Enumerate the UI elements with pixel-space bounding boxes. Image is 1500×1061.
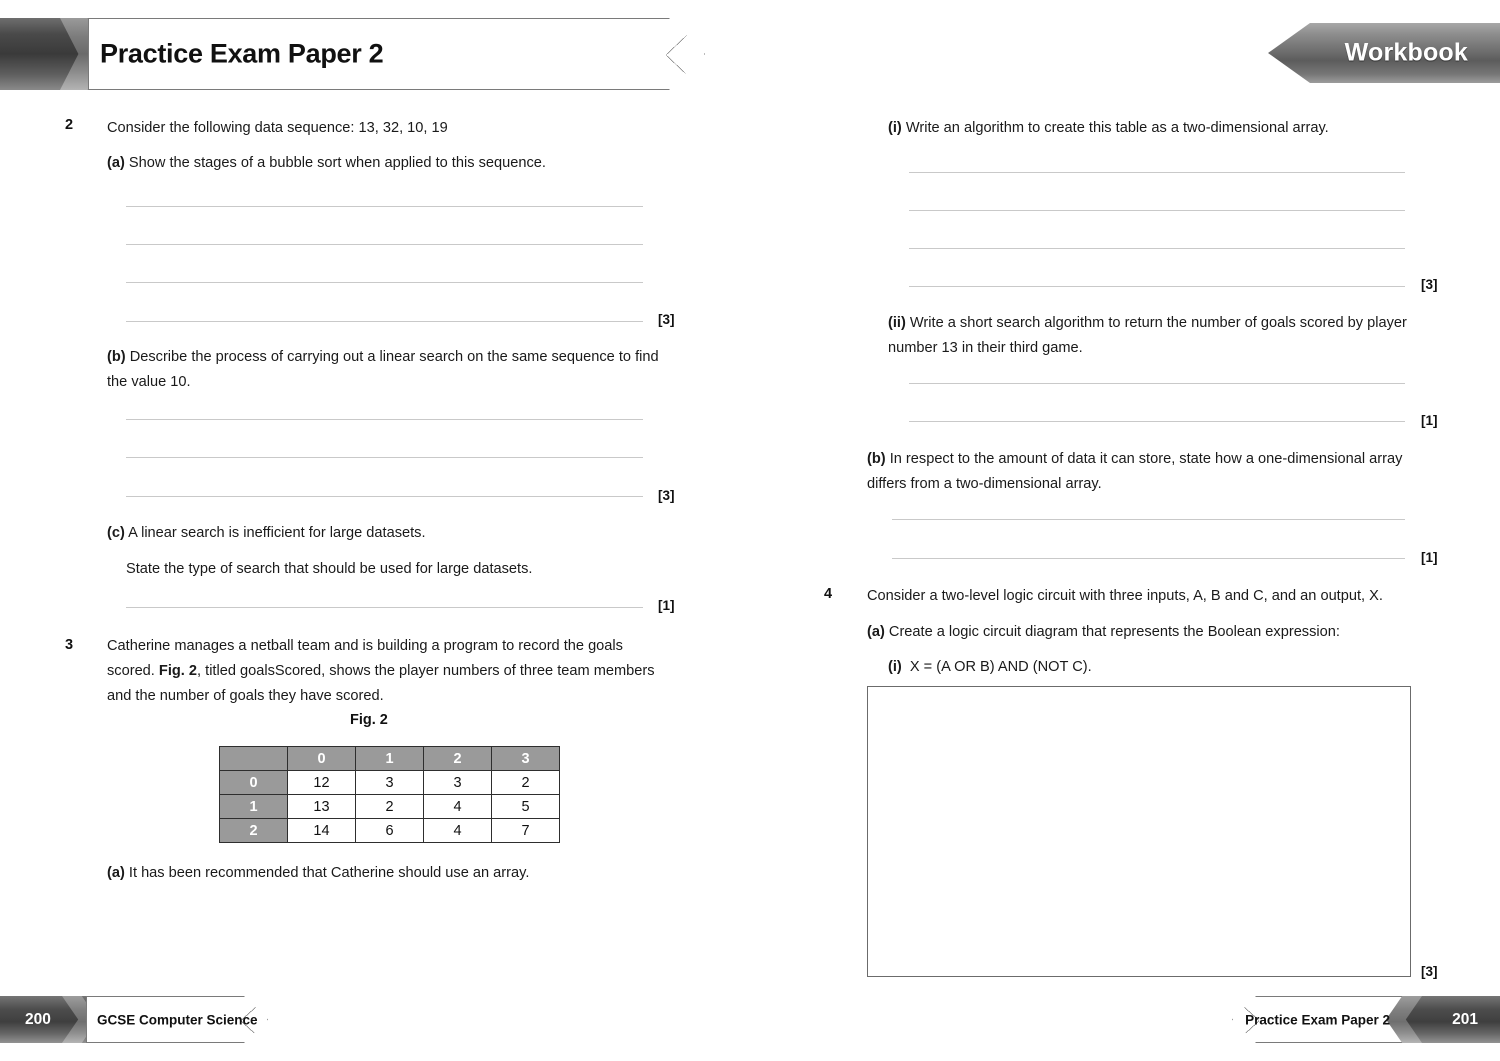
table-cell: 4: [423, 794, 492, 819]
left-page: 2 Consider the following data sequence: …: [0, 0, 750, 1061]
table-cell: 3: [423, 770, 492, 795]
table-cell: 5: [491, 794, 560, 819]
part-text-4a: Create a logic circuit diagram that repr…: [888, 624, 1340, 640]
marks-3aii: [1]: [1421, 413, 1438, 428]
column-header: 2: [423, 746, 492, 771]
table-cell: 2: [355, 794, 424, 819]
marks-2a: [3]: [658, 312, 675, 327]
part-text-2c: A linear search is inefficient for large…: [128, 525, 426, 541]
table-cell: 2: [491, 770, 560, 795]
table-cell: 12: [287, 770, 356, 795]
question-3-stem: Catherine manages a netball team and is …: [107, 634, 663, 709]
question-3a-ii: (ii) Write a short search algorithm to r…: [888, 311, 1423, 361]
part-text-3ai: Write an algorithm to create this table …: [905, 120, 1329, 136]
marks-2c: [1]: [658, 598, 675, 613]
question-3a: (a) It has been recommended that Catheri…: [107, 861, 659, 886]
marks-3b: [1]: [1421, 550, 1438, 565]
part-label-3a: (a): [107, 865, 125, 881]
answer-line[interactable]: [909, 248, 1405, 249]
table-cell: 6: [355, 818, 424, 843]
answer-line[interactable]: [909, 172, 1405, 173]
question-2c: (c) A linear search is inefficient for l…: [107, 521, 659, 546]
question-number-4: 4: [824, 586, 833, 602]
answer-line[interactable]: [909, 421, 1405, 422]
part-label-3ai: (i): [888, 120, 902, 136]
footer-left-label: GCSE Computer Science: [97, 1012, 258, 1028]
table-cell: 14: [287, 818, 356, 843]
question-4a: (a) Create a logic circuit diagram that …: [867, 620, 1427, 645]
question-4a-i: (i) X = (A OR B) AND (NOT C).: [888, 655, 1448, 680]
logic-circuit-answer-box[interactable]: [867, 686, 1411, 977]
answer-line[interactable]: [126, 244, 643, 245]
table-cell: 13: [287, 794, 356, 819]
part-label-3aii: (ii): [888, 315, 906, 331]
part-text-2b: Describe the process of carrying out a l…: [107, 349, 659, 390]
part-label-2b: (b): [107, 349, 126, 365]
marks-3ai: [3]: [1421, 277, 1438, 292]
answer-line[interactable]: [909, 286, 1405, 287]
question-3b: (b) In respect to the amount of data it …: [867, 447, 1417, 497]
answer-line[interactable]: [126, 206, 643, 207]
question-number-3: 3: [65, 637, 74, 653]
question-4-stem: Consider a two-level logic circuit with …: [867, 588, 1383, 604]
row-header: 2: [219, 818, 288, 843]
part-label-2a: (a): [107, 155, 125, 171]
question-3a-i: (i) Write an algorithm to create this ta…: [888, 116, 1433, 141]
table-row: 1 13 2 4 5: [219, 794, 560, 819]
question-2-stem: Consider the following data sequence: 13…: [107, 120, 448, 136]
marks-2b: [3]: [658, 488, 675, 503]
table-header-row: 0 1 2 3: [219, 746, 560, 771]
part-text-3aii: Write a short search algorithm to return…: [888, 315, 1407, 356]
column-header: 0: [287, 746, 356, 771]
part-label-2c: (c): [107, 525, 125, 541]
table-body: 0 1 2 3 0 12 3 3 2 1 13 2 4 5 2 14 6 4 7: [219, 746, 560, 843]
question-2c-second: State the type of search that should be …: [126, 561, 533, 577]
table-corner-cell: [219, 746, 288, 771]
marks-4ai: [3]: [1421, 964, 1438, 979]
part-label-3b: (b): [867, 451, 886, 467]
answer-line[interactable]: [892, 558, 1405, 559]
answer-line[interactable]: [892, 519, 1405, 520]
answer-line[interactable]: [126, 419, 643, 420]
q3-figure-ref: Fig. 2: [158, 663, 198, 679]
answer-line[interactable]: [126, 457, 643, 458]
right-page: (i) Write an algorithm to create this ta…: [750, 0, 1500, 1061]
part-label-4a: (a): [867, 624, 885, 640]
figure-2-table: 0 1 2 3 0 12 3 3 2 1 13 2 4 5 2 14 6 4 7: [219, 746, 560, 843]
part-label-4ai: (i): [888, 659, 902, 675]
table-row: 2 14 6 4 7: [219, 818, 560, 843]
answer-line[interactable]: [126, 607, 643, 608]
footer-right-label: Practice Exam Paper 2: [1245, 1012, 1390, 1028]
figure-caption: Fig. 2: [350, 712, 388, 728]
footer-left: 200 GCSE Computer Science: [0, 996, 268, 1043]
row-header: 0: [219, 770, 288, 795]
row-header: 1: [219, 794, 288, 819]
column-header: 1: [355, 746, 424, 771]
answer-line[interactable]: [126, 496, 643, 497]
question-number-2: 2: [65, 117, 74, 133]
page-number-right: 201: [1452, 1011, 1478, 1028]
table-row: 0 12 3 3 2: [219, 770, 560, 795]
part-text-2a: Show the stages of a bubble sort when ap…: [128, 155, 546, 171]
answer-line[interactable]: [909, 210, 1405, 211]
footer-right: Practice Exam Paper 2 201: [1232, 996, 1500, 1043]
page-number-left: 200: [25, 1011, 51, 1028]
part-text-3b: In respect to the amount of data it can …: [867, 451, 1403, 492]
column-header: 3: [491, 746, 560, 771]
table-cell: 7: [491, 818, 560, 843]
part-text-3a: It has been recommended that Catherine s…: [128, 865, 530, 881]
answer-line[interactable]: [126, 321, 643, 322]
answer-line[interactable]: [126, 282, 643, 283]
part-text-4ai: X = (A OR B) AND (NOT C).: [909, 659, 1092, 675]
table-cell: 3: [355, 770, 424, 795]
answer-line[interactable]: [909, 383, 1405, 384]
table-cell: 4: [423, 818, 492, 843]
question-2b: (b) Describe the process of carrying out…: [107, 345, 659, 395]
question-2a: (a) Show the stages of a bubble sort whe…: [107, 151, 667, 176]
